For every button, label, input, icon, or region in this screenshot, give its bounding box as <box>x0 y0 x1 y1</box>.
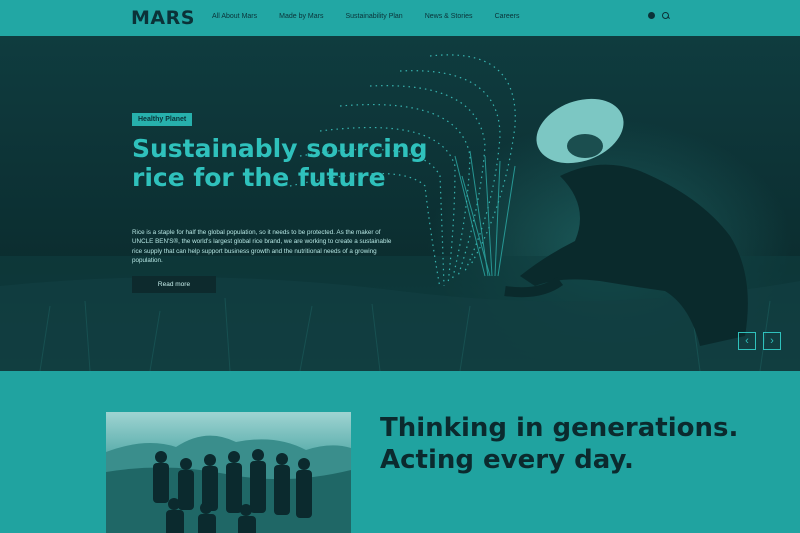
nav-item-made-by-mars[interactable]: Made by Mars <box>279 13 323 20</box>
section-title: Thinking in generations. Acting every da… <box>380 413 739 475</box>
search-icon[interactable] <box>662 12 669 19</box>
nav-item-careers[interactable]: Careers <box>495 13 520 20</box>
team-photo <box>106 412 351 533</box>
previous-slide-button[interactable]: ‹ <box>738 332 756 350</box>
group-photo-image <box>106 435 351 533</box>
read-more-button[interactable]: Read more <box>132 276 216 293</box>
next-slide-button[interactable]: › <box>763 332 781 350</box>
hero-image <box>0 54 800 371</box>
hero-description: Rice is a staple for half the global pop… <box>132 229 392 265</box>
header-icons <box>648 12 669 19</box>
chevron-right-icon: › <box>770 334 774 347</box>
hero-banner: Healthy Planet Sustainably sourcing rice… <box>0 36 800 371</box>
nav-item-sustainability-plan[interactable]: Sustainability Plan <box>346 13 403 20</box>
chevron-left-icon: ‹ <box>745 334 749 347</box>
site-header: MARS All About Mars Made by Mars Sustain… <box>0 0 800 36</box>
main-nav: All About Mars Made by Mars Sustainabili… <box>212 13 519 20</box>
globe-icon[interactable] <box>648 12 655 19</box>
nav-item-news-stories[interactable]: News & Stories <box>425 13 473 20</box>
hero-title: Sustainably sourcing rice for the future <box>132 134 428 192</box>
mars-logo[interactable]: MARS <box>131 7 195 29</box>
category-tag[interactable]: Healthy Planet <box>132 113 193 126</box>
nav-item-all-about-mars[interactable]: All About Mars <box>212 13 257 20</box>
